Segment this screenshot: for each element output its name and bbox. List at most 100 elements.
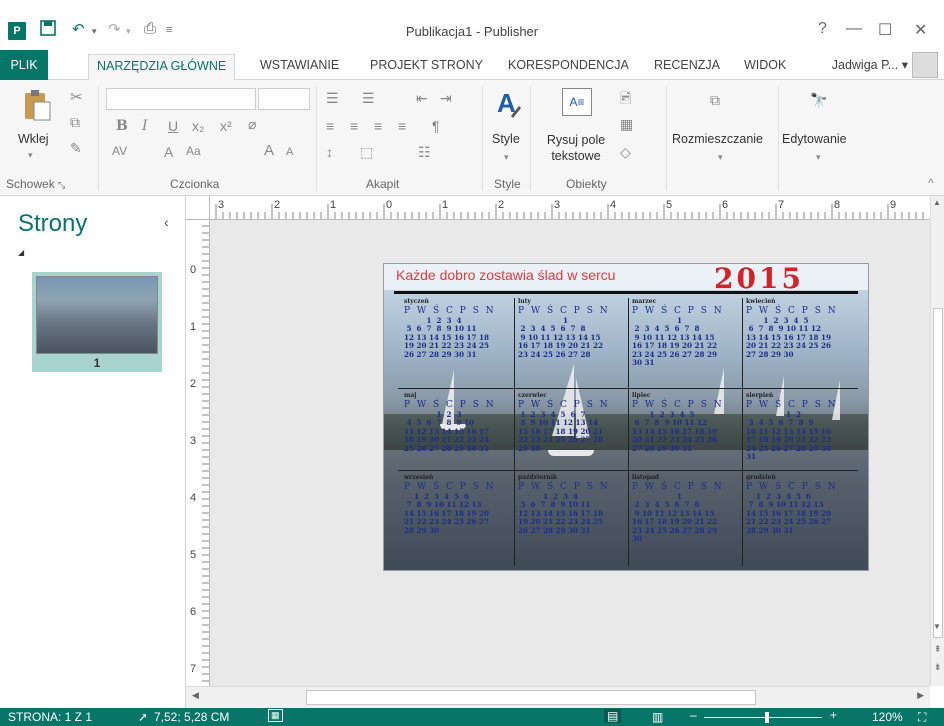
month-block[interactable]: październik P W Ś C P S N 1 2 3 4 5 6 7 8… bbox=[518, 474, 630, 535]
expand-section-icon[interactable]: ◢ bbox=[18, 248, 24, 257]
publication-page[interactable]: Każde dobro zostawia ślad w sercu 2015 s… bbox=[383, 263, 869, 571]
clear-formatting-icon[interactable]: ⌀ bbox=[248, 116, 256, 133]
paste-button[interactable]: Wklej bbox=[18, 132, 49, 146]
single-page-view-icon[interactable]: ▤ bbox=[604, 709, 622, 723]
insert-picture-icon[interactable]: 🖻 bbox=[620, 88, 631, 112]
font-name-combo[interactable] bbox=[106, 88, 256, 110]
tab-file[interactable]: PLIK bbox=[0, 50, 48, 80]
tab-home[interactable]: NARZĘDZIA GŁÓWNE bbox=[88, 54, 236, 81]
styles-button[interactable]: Style bbox=[492, 132, 520, 146]
month-block[interactable]: lipiec P W Ś C P S N 1 2 3 4 5 6 7 8 9 10… bbox=[632, 392, 744, 453]
vertical-scrollbar[interactable]: ▲ ▼ ⇞ ⇟ bbox=[930, 196, 944, 686]
arrange-icon[interactable]: ⧉ bbox=[710, 92, 720, 109]
month-block[interactable]: sierpień P W Ś C P S N 1 2 3 4 5 6 7 8 9 … bbox=[746, 392, 858, 461]
styles-dropdown-icon[interactable]: ▾ bbox=[504, 152, 509, 163]
paste-dropdown-icon[interactable]: ▾ bbox=[28, 150, 33, 161]
show-paragraph-marks-icon[interactable]: ¶ bbox=[432, 118, 440, 134]
month-block[interactable]: kwiecień P W Ś C P S N 1 2 3 4 5 6 7 8 9 … bbox=[746, 298, 858, 359]
draw-text-box-icon[interactable]: A≡ bbox=[562, 88, 592, 116]
tab-page-design[interactable]: PROJEKT STRONY bbox=[370, 56, 483, 80]
styles-icon[interactable]: A bbox=[494, 88, 522, 123]
month-block[interactable]: grudzień P W Ś C P S N 1 2 3 4 5 6 7 8 9 … bbox=[746, 474, 858, 535]
change-case-icon[interactable]: Aa bbox=[186, 144, 201, 158]
arrange-button[interactable]: Rozmieszczanie bbox=[672, 132, 763, 146]
window-title: Publikacja1 - Publisher bbox=[405, 24, 539, 39]
numbering-icon[interactable]: ☰ bbox=[362, 90, 375, 107]
justify-icon[interactable]: ≡ bbox=[398, 118, 406, 134]
two-page-view-icon[interactable]: ▥ bbox=[652, 710, 663, 724]
shrink-font-icon[interactable]: A bbox=[286, 146, 293, 158]
vertical-scroll-thumb[interactable] bbox=[933, 308, 943, 638]
horizontal-scrollbar[interactable]: ◀ ▶ bbox=[186, 686, 930, 708]
editing-dropdown-icon[interactable]: ▾ bbox=[816, 152, 821, 163]
zoom-slider-handle[interactable] bbox=[764, 712, 769, 723]
macro-recording-icon[interactable]: ▦ bbox=[268, 709, 283, 722]
page-status[interactable]: STRONA: 1 Z 1 bbox=[8, 710, 92, 724]
page-thumbnail[interactable]: 1 bbox=[32, 272, 162, 372]
tab-mailings[interactable]: KORESPONDENCJA bbox=[508, 56, 629, 80]
italic-icon[interactable]: I bbox=[142, 118, 148, 134]
collapse-pane-icon[interactable]: ‹ bbox=[164, 214, 169, 230]
character-spacing-icon[interactable]: AV bbox=[112, 144, 127, 158]
headline-text[interactable]: Każde dobro zostawia ślad w sercu bbox=[396, 267, 615, 283]
format-painter-icon[interactable]: ✎ bbox=[70, 140, 82, 157]
minimize-icon[interactable]: — bbox=[846, 20, 862, 38]
month-block[interactable]: marzec P W Ś C P S N 1 2 3 4 5 6 7 8 9 10… bbox=[632, 298, 744, 367]
tab-review[interactable]: RECENZJA bbox=[654, 56, 720, 80]
cut-icon[interactable]: ✂ bbox=[70, 88, 83, 106]
zoom-level[interactable]: 120% bbox=[872, 710, 903, 724]
fit-to-window-icon[interactable]: ⛶ bbox=[918, 710, 926, 725]
horizontal-scroll-thumb[interactable] bbox=[306, 690, 756, 705]
font-color-icon[interactable]: A bbox=[164, 144, 173, 160]
increase-indent-icon[interactable]: ⇥ bbox=[440, 90, 452, 107]
line-spacing-icon[interactable]: ↕ bbox=[326, 144, 333, 160]
tab-view[interactable]: WIDOK bbox=[744, 56, 786, 80]
align-left-icon[interactable]: ≡ bbox=[326, 118, 334, 134]
scroll-right-icon[interactable]: ▶ bbox=[917, 690, 924, 701]
grow-font-icon[interactable]: A bbox=[264, 142, 274, 159]
subscript-icon[interactable]: x₂ bbox=[192, 118, 204, 134]
month-block[interactable]: czerwiec P W Ś C P S N 1 2 3 4 5 6 7 8 9 … bbox=[518, 392, 630, 453]
user-name[interactable]: Jadwiga P... ▾ bbox=[832, 57, 908, 72]
tab-insert[interactable]: WSTAWIANIE bbox=[260, 56, 339, 80]
avatar[interactable] bbox=[912, 52, 938, 78]
vertical-ruler[interactable]: 0 1 2 3 4 5 6 7 bbox=[186, 220, 210, 686]
collapse-ribbon-icon[interactable]: ^ bbox=[928, 176, 934, 190]
align-center-icon[interactable]: ≡ bbox=[350, 118, 358, 134]
help-icon[interactable]: ? bbox=[818, 20, 827, 38]
insert-shapes-icon[interactable]: ◇ bbox=[620, 144, 631, 161]
zoom-slider[interactable] bbox=[704, 717, 822, 718]
restore-icon[interactable]: ☐ bbox=[878, 20, 892, 40]
month-block[interactable]: styczeń P W Ś C P S N 1 2 3 4 5 6 7 8 9 1… bbox=[404, 298, 516, 359]
scroll-down-icon[interactable]: ▼ bbox=[933, 622, 941, 631]
draw-text-box-button[interactable]: Rysuj pole tekstowe bbox=[538, 132, 614, 164]
find-icon[interactable]: 🔭 bbox=[810, 92, 827, 109]
columns-icon[interactable]: ☷ bbox=[418, 144, 431, 161]
next-page-icon[interactable]: ⇟ bbox=[934, 662, 942, 673]
bold-icon[interactable]: B bbox=[116, 118, 128, 134]
paste-icon[interactable] bbox=[20, 88, 54, 128]
font-size-combo[interactable] bbox=[258, 88, 310, 110]
month-block[interactable]: luty P W Ś C P S N 1 2 3 4 5 6 7 8 9 10 1… bbox=[518, 298, 630, 359]
zoom-out-icon[interactable]: – bbox=[690, 708, 697, 722]
ruler-number: 3 bbox=[554, 199, 561, 211]
shading-icon[interactable]: ⬚ bbox=[360, 144, 373, 161]
previous-page-icon[interactable]: ⇞ bbox=[934, 644, 942, 655]
zoom-in-icon[interactable]: + bbox=[830, 708, 837, 722]
close-icon[interactable]: ✕ bbox=[914, 20, 927, 40]
superscript-icon[interactable]: x² bbox=[220, 118, 232, 134]
scroll-up-icon[interactable]: ▲ bbox=[933, 198, 941, 207]
decrease-indent-icon[interactable]: ⇤ bbox=[416, 90, 428, 107]
month-block[interactable]: maj P W Ś C P S N 1 2 3 4 5 6 7 8 9 10 11… bbox=[404, 392, 516, 453]
scroll-left-icon[interactable]: ◀ bbox=[192, 690, 199, 701]
arrange-dropdown-icon[interactable]: ▾ bbox=[718, 152, 723, 163]
underline-icon[interactable]: U bbox=[168, 118, 178, 134]
month-block[interactable]: listopad P W Ś C P S N 1 2 3 4 5 6 7 8 9 … bbox=[632, 474, 744, 543]
month-block[interactable]: wrzesień P W Ś C P S N 1 2 3 4 5 6 7 8 9 … bbox=[404, 474, 516, 535]
insert-table-icon[interactable]: ▦ bbox=[620, 116, 633, 133]
bullets-icon[interactable]: ☰ bbox=[326, 90, 339, 107]
copy-icon[interactable]: ⧉ bbox=[70, 114, 80, 131]
horizontal-ruler[interactable]: 3 2 1 0 1 2 3 4 5 6 7 8 9 bbox=[186, 196, 930, 220]
align-right-icon[interactable]: ≡ bbox=[374, 118, 382, 134]
editing-button[interactable]: Edytowanie bbox=[782, 132, 847, 146]
